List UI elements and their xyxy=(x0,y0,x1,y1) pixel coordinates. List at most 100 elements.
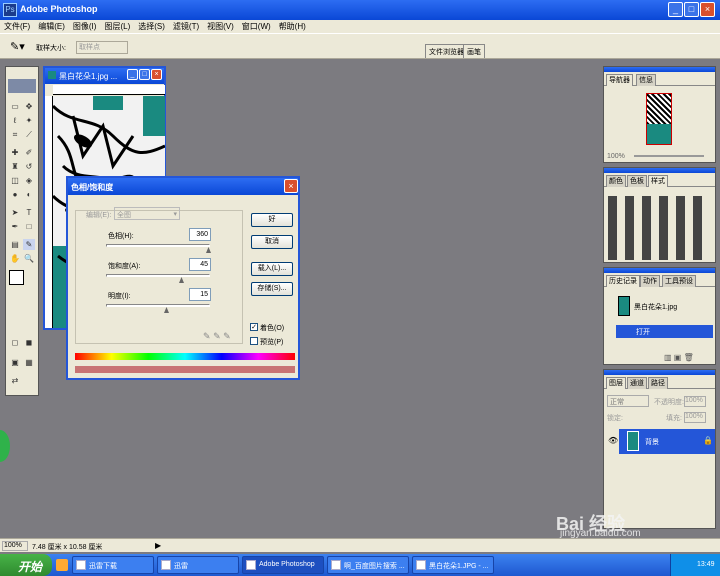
tab-navigator[interactable]: 导航器 xyxy=(606,74,633,86)
opacity-input[interactable]: 100% xyxy=(684,396,706,407)
eye-icon[interactable]: 👁 xyxy=(608,436,618,445)
quicklaunch-icon[interactable] xyxy=(56,559,68,571)
jump-to-imageready-icon[interactable]: ⇄ xyxy=(9,375,21,386)
crop-tool-icon[interactable]: ⌗ xyxy=(9,129,21,140)
tab-actions[interactable]: 动作 xyxy=(640,275,660,287)
taskbar-button-thunder[interactable]: 迅雷 xyxy=(157,556,239,574)
tab-tool-presets[interactable]: 工具预设 xyxy=(662,275,696,287)
full-screen-icon[interactable]: ▦ xyxy=(23,357,35,368)
tab-color[interactable]: 颜色 xyxy=(606,175,626,187)
status-menu-arrow-icon[interactable]: ▶ xyxy=(155,541,161,550)
tab-info[interactable]: 信息 xyxy=(636,74,656,86)
eyedropper-icon[interactable]: ✎ xyxy=(203,331,211,341)
cancel-button[interactable]: 取消 xyxy=(251,235,293,249)
doc-maximize-button[interactable]: □ xyxy=(139,69,150,80)
tab-file-browser[interactable]: 文件浏览器 xyxy=(425,44,468,58)
load-button[interactable]: 载入(L)... xyxy=(251,262,293,276)
tab-styles[interactable]: 样式 xyxy=(648,175,668,187)
styles-grid[interactable] xyxy=(608,196,708,260)
zoom-slider[interactable] xyxy=(634,155,704,157)
taskbar-button-baidu[interactable]: 啊_百度图片搜索 ... xyxy=(327,556,409,574)
tab-channels[interactable]: 通道 xyxy=(627,377,647,389)
tab-brushes[interactable]: 画笔 xyxy=(463,44,485,58)
slice-tool-icon[interactable]: ⟋ xyxy=(23,129,35,140)
history-brush-icon[interactable]: ↺ xyxy=(23,161,35,172)
menu-image[interactable]: 图像(I) xyxy=(69,20,101,33)
tab-history[interactable]: 历史记录 xyxy=(606,275,640,287)
fill-input[interactable]: 100% xyxy=(684,412,706,423)
sample-size-select[interactable]: 取样点 xyxy=(76,41,128,54)
eyedropper-icon[interactable]: ✎▾ xyxy=(10,40,25,53)
ok-button[interactable]: 好 xyxy=(251,213,293,227)
eyedropper-plus-icon[interactable]: ✎ xyxy=(213,331,221,341)
colorize-checkbox[interactable]: ✓ xyxy=(250,323,258,331)
eraser-tool-icon[interactable]: ◫ xyxy=(9,175,21,186)
paint-bucket-icon[interactable]: ◈ xyxy=(23,175,35,186)
hue-slider[interactable] xyxy=(106,244,211,253)
healing-brush-icon[interactable]: ✚ xyxy=(9,147,21,158)
doc-minimize-button[interactable]: _ xyxy=(127,69,138,80)
navigator-zoom[interactable]: 100% xyxy=(607,153,625,160)
type-tool-icon[interactable]: T xyxy=(23,207,35,218)
floating-widget-icon[interactable] xyxy=(0,430,10,462)
dialog-close-button[interactable]: × xyxy=(284,179,298,193)
clone-stamp-icon[interactable]: ♜ xyxy=(9,161,21,172)
hue-input[interactable]: 360 xyxy=(189,228,211,241)
saturation-slider[interactable] xyxy=(106,274,210,283)
history-step[interactable]: 打开 xyxy=(616,325,713,338)
layer-row[interactable]: 背景 🔒 xyxy=(619,429,715,454)
maximize-button[interactable]: □ xyxy=(684,2,699,17)
taskbar-button-photoshop[interactable]: Adobe Photoshop xyxy=(242,556,324,574)
eyedropper-minus-icon[interactable]: ✎ xyxy=(223,331,231,341)
tab-paths[interactable]: 路径 xyxy=(648,377,668,389)
doc-close-button[interactable]: × xyxy=(151,69,162,80)
menu-window[interactable]: 窗口(W) xyxy=(238,20,275,33)
close-button[interactable]: × xyxy=(700,2,715,17)
history-footer-icons[interactable]: ▥ ▣ 🗑 xyxy=(664,353,694,362)
preview-checkbox[interactable] xyxy=(250,337,258,345)
menu-file[interactable]: 文件(F) xyxy=(0,20,34,33)
edit-select[interactable]: 全图 ▾ xyxy=(114,207,180,220)
standard-mode-icon[interactable]: ◻ xyxy=(9,337,21,348)
magic-wand-icon[interactable]: ✦ xyxy=(23,115,35,126)
blur-tool-icon[interactable]: ● xyxy=(9,189,21,200)
save-button[interactable]: 存储(S)... xyxy=(251,282,293,296)
path-select-icon[interactable]: ➤ xyxy=(9,207,21,218)
lightness-slider[interactable] xyxy=(106,304,210,313)
status-zoom[interactable]: 100% xyxy=(2,541,28,551)
notes-tool-icon[interactable]: ▤ xyxy=(9,239,21,250)
snapshot-thumbnail[interactable] xyxy=(618,296,630,316)
zoom-tool-icon[interactable]: 🔍 xyxy=(23,253,35,264)
minimize-button[interactable]: _ xyxy=(668,2,683,17)
tab-swatches[interactable]: 色板 xyxy=(627,175,647,187)
quickmask-mode-icon[interactable]: ◼ xyxy=(23,337,35,348)
navigator-thumbnail[interactable] xyxy=(646,93,672,145)
menu-filter[interactable]: 滤镜(T) xyxy=(169,20,203,33)
menu-select[interactable]: 选择(S) xyxy=(134,20,169,33)
taskbar-button-image[interactable]: 黑白花朵1.JPG - ... xyxy=(412,556,494,574)
taskbar-button-thunder-download[interactable]: 迅雷下载 xyxy=(72,556,154,574)
saturation-input[interactable]: 45 xyxy=(189,258,211,271)
foreground-color-swatch[interactable] xyxy=(9,270,24,285)
hand-tool-icon[interactable]: ✋ xyxy=(9,253,21,264)
lightness-input[interactable]: 15 xyxy=(189,288,211,301)
menu-view[interactable]: 视图(V) xyxy=(203,20,238,33)
start-button[interactable]: 开始 xyxy=(0,554,52,576)
menu-layer[interactable]: 图层(L) xyxy=(100,20,134,33)
marquee-tool-icon[interactable]: ▭ xyxy=(9,101,21,112)
blend-mode-select[interactable]: 正常 xyxy=(607,395,649,407)
pen-tool-icon[interactable]: ✒ xyxy=(9,221,21,232)
lasso-tool-icon[interactable]: ℓ xyxy=(9,115,21,126)
shape-tool-icon[interactable]: □ xyxy=(23,221,35,232)
move-tool-icon[interactable]: ✥ xyxy=(23,101,35,112)
eyedropper-tool-icon[interactable]: ✎ xyxy=(23,239,35,250)
clock[interactable]: 13:49 xyxy=(697,561,715,568)
brush-tool-icon[interactable]: ✐ xyxy=(23,147,35,158)
tab-layers[interactable]: 图层 xyxy=(606,377,626,389)
snapshot-name[interactable]: 黑白花朵1.jpg xyxy=(634,302,677,312)
menu-edit[interactable]: 编辑(E) xyxy=(34,20,69,33)
screen-mode-icon[interactable]: ▣ xyxy=(9,357,21,368)
menu-help[interactable]: 帮助(H) xyxy=(275,20,310,33)
adobe-online-icon[interactable] xyxy=(8,79,36,93)
dodge-tool-icon[interactable]: ◐ xyxy=(23,189,35,200)
